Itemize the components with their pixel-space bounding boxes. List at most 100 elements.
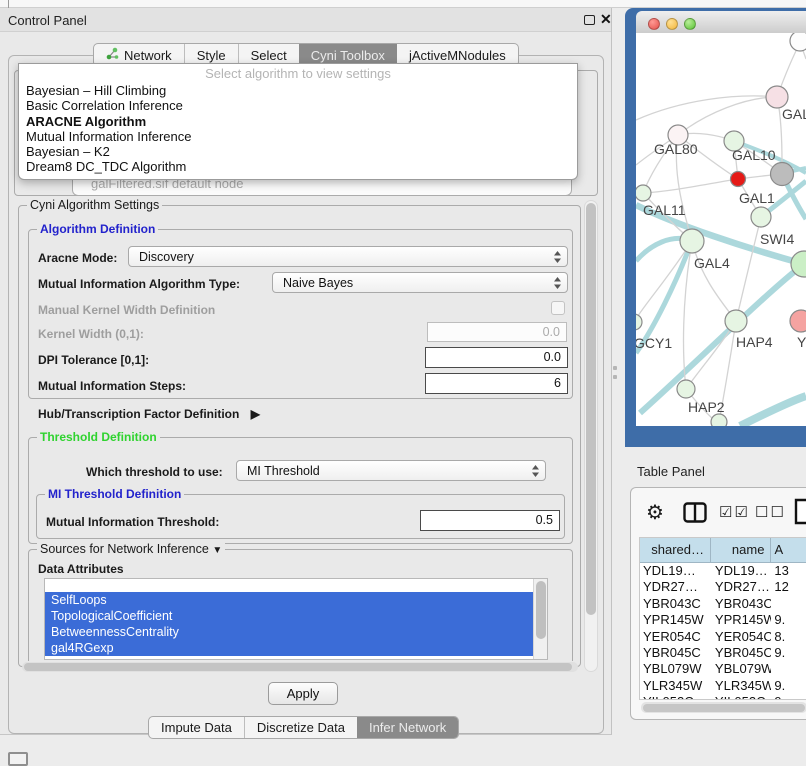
tab-label: Style [197,48,226,63]
table-row[interactable]: YBR045CYBR045C9. [640,645,806,661]
data-attributes-label: Data Attributes [38,562,124,576]
network-view-window: GAL GAL80 GAL10 GAL1 GAL11 SWI4 GAL4 GCY… [625,8,806,447]
menu-item-basic-correlation[interactable]: Basic Correlation Inference [19,98,577,113]
node-gal-partial[interactable] [766,86,788,108]
which-threshold-label: Which threshold to use: [86,465,223,479]
node-label: GAL11 [643,202,686,218]
node-hap4[interactable] [725,310,747,332]
minimized-panel-icon[interactable] [8,752,28,766]
apply-button[interactable]: Apply [268,682,338,705]
table-row[interactable]: YDR27…YDR27…12 [640,579,806,595]
node[interactable] [711,414,727,426]
panel-splitter[interactable] [613,366,617,384]
manual-kernel-checkbox [551,301,565,315]
scrollbar-thumb[interactable] [586,203,596,615]
table-row[interactable]: YBL079WYBL079W [640,661,806,677]
dropdown-placeholder: Select algorithm to view settings [19,64,577,83]
tab-discretize-data[interactable]: Discretize Data [245,717,357,738]
list-item-selected[interactable]: BetweennessCentrality [45,624,534,640]
hub-definition-expander[interactable]: Hub/Transcription Factor Definition ▶ [38,407,260,421]
column-header-shared-name[interactable]: shared… [640,538,711,562]
list-item-selected[interactable]: gal4RGexp [45,640,534,656]
which-threshold-combo[interactable]: MI Threshold [236,460,546,481]
table-row[interactable]: YDL19…YDL19…13 [640,563,806,579]
node-label: GAL1 [739,190,775,206]
float-panel-icon[interactable] [584,15,595,25]
node-label: GCY1 [636,335,672,351]
menu-item-mutual-information[interactable]: Mutual Information Inference [19,129,577,144]
close-icon[interactable]: ✕ [600,11,612,28]
node-label: Y [797,334,806,350]
column-header-name[interactable]: name [711,538,771,562]
hub-definition-label: Hub/Transcription Factor Definition [38,407,239,421]
settings-vertical-scrollbar[interactable] [584,200,598,672]
node-y-partial[interactable] [790,310,806,332]
node-gray[interactable] [771,163,794,186]
table-row[interactable]: YER054CYER054C8. [640,629,806,645]
aracne-mode-combo[interactable]: Discovery [128,246,568,267]
network-graph: GAL GAL80 GAL10 GAL1 GAL11 SWI4 GAL4 GCY… [636,33,806,426]
manual-kernel-label: Manual Kernel Width Definition [38,303,215,317]
combo-value: MI Threshold [247,464,320,478]
menu-item-aracne[interactable]: ARACNE Algorithm [19,114,577,129]
dpi-tolerance-label: DPI Tolerance [0,1]: [38,353,149,367]
mi-threshold-field[interactable]: 0.5 [420,510,560,531]
node[interactable] [790,33,806,51]
table-header-row: shared… name A [640,538,806,563]
tab-infer-network[interactable]: Infer Network [357,717,458,738]
table-row[interactable]: YLR345WYLR345W9. [640,678,806,694]
data-attributes-list[interactable]: SelfLoops TopologicalCoefficient Between… [44,578,548,660]
network-canvas[interactable]: GAL GAL80 GAL10 GAL1 GAL11 SWI4 GAL4 GCY… [636,33,806,426]
new-table-icon[interactable] [794,498,806,530]
menu-item-dream8[interactable]: Dream8 DC_TDC Algorithm [19,159,577,174]
menu-item-bayesian-k2[interactable]: Bayesian – K2 [19,144,577,159]
window-minimize-button[interactable] [666,18,678,30]
tab-label: Discretize Data [257,720,345,735]
window-close-button[interactable] [648,18,660,30]
mi-threshold-label: Mutual Information Threshold: [46,515,219,529]
algorithm-dropdown-popup: Select algorithm to view settings Bayesi… [18,63,578,180]
tab-impute-data[interactable]: Impute Data [149,717,245,738]
stepper-arrows-icon [531,464,540,478]
gear-icon[interactable]: ⚙ [646,500,664,525]
node-hap2[interactable] [677,380,695,398]
table-horizontal-scrollbar[interactable] [641,702,806,713]
node-label: HAP2 [688,399,725,415]
tab-label: jActiveMNodules [409,48,506,63]
node-label: GAL80 [654,141,698,157]
stepper-arrows-icon [553,276,562,290]
node-gcy1[interactable] [636,314,642,330]
table-row[interactable]: YBR043CYBR043C [640,596,806,612]
scrollbar-thumb[interactable] [643,704,805,712]
table-row[interactable]: YPR145WYPR145W9. [640,612,806,628]
expander-arrow-icon: ▶ [251,407,260,421]
columns-icon[interactable] [683,502,707,528]
menu-item-bayesian-hill-climbing[interactable]: Bayesian – Hill Climbing [19,83,577,98]
aracne-mode-label: Aracne Mode: [38,251,117,265]
list-scrollbar[interactable] [533,579,547,659]
node-gal1[interactable] [731,172,746,187]
node[interactable] [751,207,771,227]
mi-steps-field[interactable]: 6 [425,373,568,394]
table-panel-title: Table Panel [637,464,705,479]
window-zoom-button[interactable] [684,18,696,30]
settings-horizontal-scrollbar[interactable] [22,662,578,672]
node-gal11[interactable] [636,185,651,201]
table-row[interactable]: YIL052CYIL052C9 [640,694,806,700]
deselect-all-icon[interactable]: ☐☐ [755,503,786,521]
scrollbar-thumb[interactable] [24,663,572,671]
node-gal4[interactable] [680,229,704,253]
node-label: GAL4 [694,255,730,271]
group-title: Algorithm Definition [37,222,158,236]
dpi-tolerance-field[interactable]: 0.0 [425,347,568,368]
kernel-width-label: Kernel Width (0,1): [38,327,144,341]
edge [740,396,806,426]
scrollbar-thumb[interactable] [536,581,546,639]
select-all-icon[interactable]: ☑☑ [719,503,750,521]
list-item-selected[interactable]: TopologicalCoefficient [45,608,534,624]
column-header-partial[interactable]: A [771,538,806,562]
mi-algorithm-type-combo[interactable]: Naive Bayes [272,272,568,293]
group-title: Cyni Algorithm Settings [27,198,162,212]
list-item-selected[interactable]: SelfLoops [45,592,534,608]
combo-value: Naive Bayes [283,276,353,290]
